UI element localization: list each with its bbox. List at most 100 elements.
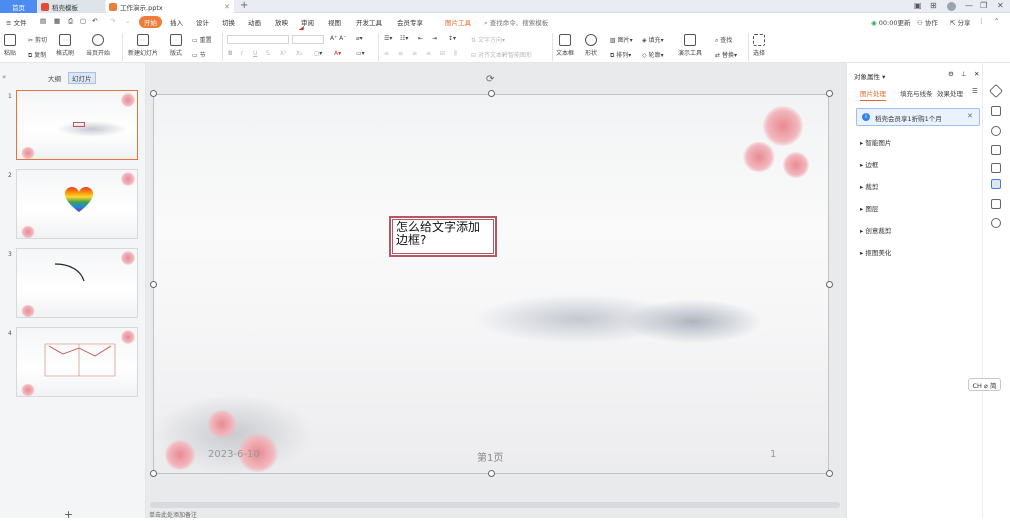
- shape-style-icon[interactable]: [991, 126, 1001, 136]
- resize-handle[interactable]: [488, 470, 495, 477]
- strikethrough-button[interactable]: S: [266, 50, 270, 57]
- font-family-select[interactable]: [227, 35, 289, 44]
- distribute-icon[interactable]: ⊟: [440, 50, 445, 57]
- shape-button[interactable]: 形状: [585, 34, 597, 57]
- command-search[interactable]: ⌕ 查找命令、搜索模板: [484, 17, 548, 28]
- outline-button[interactable]: ◇ 轮廓▾: [642, 50, 664, 59]
- section-button[interactable]: ▭ 节: [192, 50, 206, 59]
- collaborate-button[interactable]: ⚇ 协作: [917, 17, 938, 27]
- decrease-indent-icon[interactable]: ⇤: [418, 35, 423, 42]
- tab-transitions[interactable]: 切换: [222, 17, 235, 27]
- superscript-button[interactable]: X²: [280, 50, 287, 57]
- line-spacing-icon[interactable]: ↕▾: [448, 35, 456, 42]
- avatar[interactable]: [947, 2, 956, 11]
- resize-handle[interactable]: [488, 90, 495, 97]
- window-close-icon[interactable]: ✕: [997, 1, 1004, 10]
- layout-icon[interactable]: ▣: [914, 1, 922, 10]
- copy-button[interactable]: ⧉ 复制: [28, 50, 46, 60]
- numbering-icon[interactable]: ☷▾: [400, 35, 408, 42]
- align-text-button[interactable]: ⊟ 对齐文本▾: [471, 50, 505, 59]
- adjust-icon[interactable]: [991, 106, 1001, 116]
- animation-icon[interactable]: [991, 145, 1001, 155]
- collapse-panel-icon[interactable]: «: [2, 73, 6, 81]
- tab-design[interactable]: 设计: [196, 17, 209, 27]
- slideshow-tools-button[interactable]: 演示工具: [678, 34, 702, 57]
- fill-button[interactable]: ◈ 填充▾: [642, 35, 664, 44]
- close-tab-icon[interactable]: ✕: [224, 3, 230, 11]
- bold-button[interactable]: B: [228, 50, 233, 57]
- increase-indent-icon[interactable]: ⇥: [432, 35, 437, 42]
- reset-button[interactable]: ▭ 重置: [192, 35, 212, 44]
- paste-button[interactable]: 粘贴: [4, 34, 16, 57]
- picture-button[interactable]: ▧ 图片▾: [610, 35, 633, 44]
- horizontal-scrollbar[interactable]: [150, 502, 840, 508]
- preview-icon[interactable]: ▢: [80, 17, 86, 25]
- print-icon[interactable]: ⎙: [68, 17, 73, 26]
- tab-member[interactable]: 会员专享: [397, 17, 423, 27]
- minimize-icon[interactable]: —: [965, 1, 973, 10]
- new-tab-button[interactable]: +: [240, 0, 248, 12]
- add-slide-button[interactable]: +: [64, 508, 73, 521]
- rotate-handle-icon[interactable]: ⟳: [486, 74, 494, 85]
- collapse-ribbon-icon[interactable]: ⌃: [994, 17, 999, 25]
- tab-insert[interactable]: 插入: [170, 17, 183, 27]
- resize-handle[interactable]: [826, 281, 833, 288]
- ime-indicator[interactable]: CH ⌀ 简: [968, 378, 1001, 391]
- panel-menu-icon[interactable]: ☰: [972, 87, 978, 95]
- font-color-icon[interactable]: A▾: [334, 50, 341, 57]
- highlight-icon[interactable]: ▭▾: [356, 50, 365, 57]
- slide-thumbnail-2[interactable]: [16, 169, 138, 239]
- tab-view[interactable]: 视图: [328, 17, 341, 27]
- comment-icon[interactable]: [991, 163, 1001, 173]
- section-crop[interactable]: ▸ 裁剪: [860, 181, 878, 191]
- tab-developer[interactable]: 开发工具: [356, 17, 382, 27]
- notes-bar[interactable]: 单击此处添加备注: [146, 510, 846, 519]
- redo-icon[interactable]: ↷: [110, 17, 115, 25]
- properties-icon[interactable]: [991, 179, 1001, 189]
- slide-thumbnail-4[interactable]: [16, 327, 138, 397]
- justify-icon[interactable]: ≡: [426, 50, 431, 57]
- find-button[interactable]: ⌕ 查找: [715, 35, 732, 45]
- layout-button[interactable]: 版式: [170, 34, 182, 57]
- undo-icon[interactable]: ↶: [92, 17, 97, 25]
- grid-icon[interactable]: ⊞: [930, 1, 937, 10]
- align-left-icon[interactable]: ≡: [384, 50, 389, 57]
- text-direction-button[interactable]: ⇅ 文字方向▾: [471, 35, 505, 44]
- tab-slides[interactable]: 幻灯片: [68, 72, 96, 84]
- maximize-icon[interactable]: ❐: [980, 1, 987, 10]
- section-layer[interactable]: ▸ 图层: [860, 203, 878, 213]
- subscript-button[interactable]: X₂: [296, 50, 303, 57]
- member-notice[interactable]: i 稻壳会员享1折购1个月 ✕: [856, 108, 980, 126]
- tab-outline[interactable]: 大纲: [48, 73, 61, 83]
- tab-picture-tools[interactable]: 图片工具: [445, 17, 471, 27]
- resize-handle[interactable]: [150, 281, 157, 288]
- slide-canvas[interactable]: 2023-6-10 第1页 1: [153, 94, 829, 474]
- arrange-button[interactable]: ⧉ 排列▾: [610, 50, 631, 60]
- tab-presentation[interactable]: 工作演示.pptx ✕: [106, 0, 234, 13]
- new-slide-button[interactable]: 新建幻灯片: [128, 34, 158, 57]
- smartart-button[interactable]: 转智能图形: [502, 50, 532, 59]
- slide-thumbnail-1[interactable]: [16, 90, 138, 160]
- underline-button[interactable]: U: [253, 50, 257, 57]
- export-pdf-icon[interactable]: ▦: [54, 17, 60, 25]
- section-smart-picture[interactable]: ▸ 智能图片: [860, 137, 891, 147]
- play-current-button[interactable]: 当页开始: [86, 34, 110, 57]
- tab-picture-processing[interactable]: 图片处理: [860, 88, 886, 101]
- panel-settings-icon[interactable]: ⚙: [948, 70, 954, 78]
- slide-thumbnail-3[interactable]: [16, 248, 138, 318]
- section-cutout[interactable]: ▸ 抠图美化: [860, 247, 891, 257]
- resize-handle[interactable]: [150, 90, 157, 97]
- textbox-button[interactable]: 文本框: [556, 34, 574, 57]
- resize-handle[interactable]: [826, 90, 833, 97]
- section-creative-crop[interactable]: ▸ 创意裁剪: [860, 225, 891, 235]
- section-border[interactable]: ▸ 边框: [860, 159, 878, 169]
- text-effect-icon[interactable]: ◌▾: [314, 50, 322, 57]
- file-menu[interactable]: ≡ 文件: [6, 17, 27, 27]
- more-icon[interactable]: ⋮: [978, 17, 985, 25]
- tab-home[interactable]: 首页: [0, 0, 37, 13]
- bullets-icon[interactable]: ☰▾: [384, 35, 392, 42]
- resize-handle[interactable]: [826, 470, 833, 477]
- format-painter-button[interactable]: 格式刷: [56, 34, 74, 57]
- share-button[interactable]: ⇱ 分享: [950, 17, 971, 27]
- tab-docer[interactable]: 稻壳模板: [38, 0, 105, 13]
